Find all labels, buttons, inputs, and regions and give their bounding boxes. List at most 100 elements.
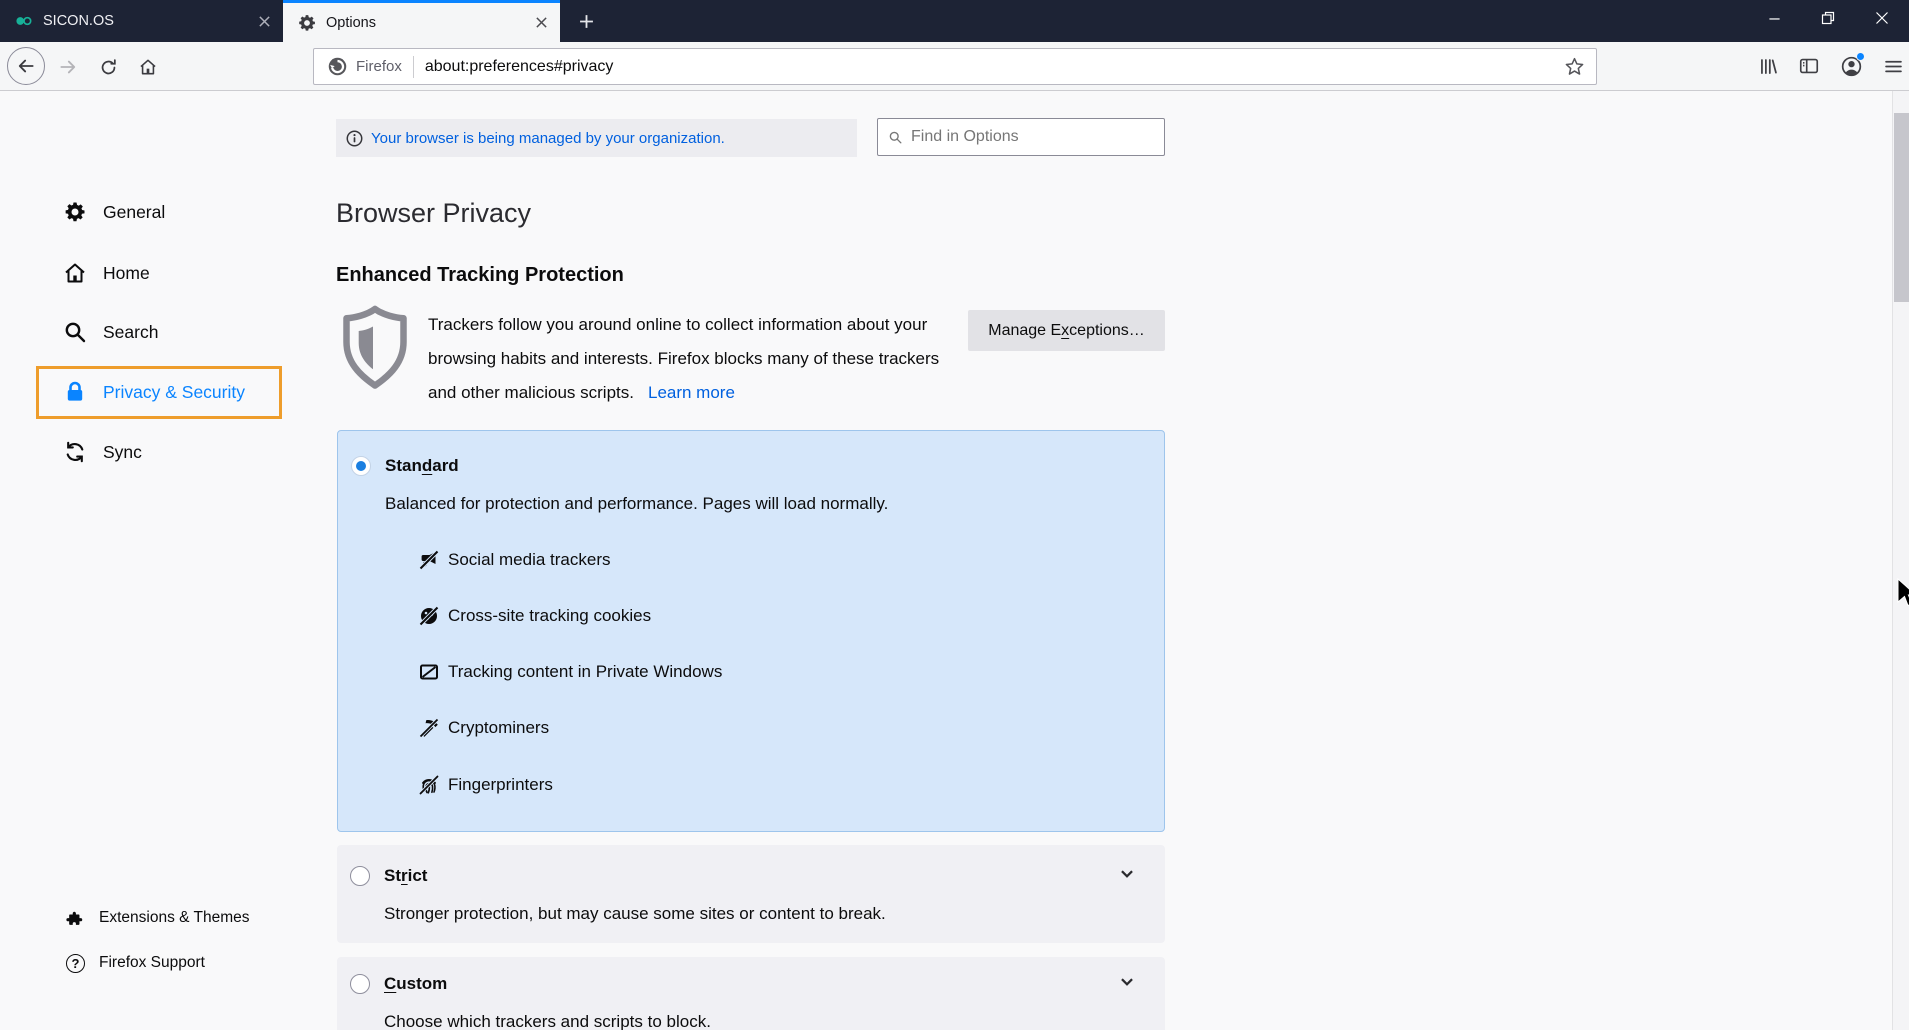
lock-icon <box>63 380 87 404</box>
sidebar-toggle-button[interactable] <box>1794 52 1824 80</box>
radio-strict[interactable] <box>350 866 370 886</box>
page-title: Browser Privacy <box>336 198 531 229</box>
back-button[interactable] <box>7 47 45 85</box>
radio-custom[interactable] <box>350 974 370 994</box>
bookmark-star-icon[interactable] <box>1562 55 1586 79</box>
scrollbar-thumb[interactable] <box>1894 113 1909 302</box>
cryptominers-blocked-icon <box>418 717 440 739</box>
list-item-label: Fingerprinters <box>448 775 553 795</box>
cookie-blocked-icon <box>418 605 440 627</box>
option-strict[interactable]: Strict Stronger protection, but may caus… <box>337 845 1165 943</box>
tab-close-icon[interactable] <box>528 10 554 36</box>
home-button[interactable] <box>133 54 163 80</box>
etp-description: Trackers follow you around online to col… <box>428 308 968 410</box>
radio-standard[interactable] <box>351 456 371 476</box>
tab-title: SICON.OS <box>43 13 251 29</box>
sidebar-item-sync[interactable]: Sync <box>63 430 142 474</box>
sidebar-item-label: Sync <box>103 442 142 463</box>
sidebar-item-firefox-support[interactable]: ? Firefox Support <box>66 950 205 976</box>
managed-notice: Your browser is being managed by your or… <box>336 119 857 157</box>
sidebar-item-search[interactable]: Search <box>63 310 158 354</box>
label-accesskey: d <box>422 456 432 475</box>
tab-options[interactable]: Options <box>283 0 560 42</box>
option-standard-label: Standard <box>385 456 459 476</box>
sidebar-item-label: General <box>103 202 165 223</box>
option-standard[interactable]: Standard Balanced for protection and per… <box>337 430 1165 832</box>
label-accesskey: C <box>384 974 396 993</box>
chevron-down-icon[interactable] <box>1118 865 1136 883</box>
sidebar-item-label: Privacy & Security <box>103 382 245 403</box>
tab-bar: SICON.OS Options <box>0 0 1909 42</box>
close-window-button[interactable] <box>1855 0 1909 36</box>
question-mark-icon: ? <box>66 954 85 973</box>
sidebar-item-label: Extensions & Themes <box>99 909 249 927</box>
forward-button[interactable] <box>53 54 83 80</box>
info-icon <box>346 130 363 147</box>
url-bar[interactable]: Firefox about:preferences#privacy <box>313 48 1597 85</box>
list-item-cryptominers: Cryptominers <box>418 714 549 742</box>
urlbar-brand-label: Firefox <box>356 58 402 75</box>
shield-icon <box>340 304 410 396</box>
find-in-options-box[interactable] <box>877 118 1165 156</box>
sidebar-item-general[interactable]: General <box>63 190 165 234</box>
scrollbar[interactable] <box>1892 91 1909 1030</box>
new-tab-button[interactable] <box>570 7 602 35</box>
puzzle-piece-icon <box>66 909 85 928</box>
list-item-fingerprinters: Fingerprinters <box>418 771 553 799</box>
list-item-label: Cryptominers <box>448 718 549 738</box>
option-custom-description: Choose which trackers and scripts to blo… <box>384 1012 711 1030</box>
option-custom-label: Custom <box>384 974 447 994</box>
find-in-options-input[interactable] <box>911 128 1141 146</box>
search-icon <box>63 320 87 344</box>
urlbar-address[interactable]: about:preferences#privacy <box>425 58 1562 76</box>
reload-button[interactable] <box>93 54 123 80</box>
managed-notice-link[interactable]: Your browser is being managed by your or… <box>371 130 725 147</box>
mouse-cursor <box>1895 578 1909 610</box>
label-part: Stan <box>385 456 422 475</box>
social-trackers-blocked-icon <box>418 549 440 571</box>
list-item-label: Tracking content in Private Windows <box>448 662 722 682</box>
account-button[interactable] <box>1836 52 1866 80</box>
navigation-toolbar: Firefox about:preferences#privacy <box>0 42 1909 91</box>
sidebar-item-privacy-security[interactable]: Privacy & Security <box>63 370 245 414</box>
restore-button[interactable] <box>1801 0 1855 36</box>
chevron-down-icon[interactable] <box>1118 973 1136 991</box>
list-item-label: Cross-site tracking cookies <box>448 606 651 626</box>
list-item-social-trackers: Social media trackers <box>418 546 611 574</box>
sicon-favicon-icon <box>14 11 34 31</box>
option-custom[interactable]: Custom Choose which trackers and scripts… <box>337 957 1165 1030</box>
label-part: ustom <box>396 974 447 993</box>
option-strict-description: Stronger protection, but may cause some … <box>384 904 886 924</box>
etp-heading: Enhanced Tracking Protection <box>336 264 624 287</box>
list-item-label: Social media trackers <box>448 550 611 570</box>
sidebar-item-label: Search <box>103 322 158 343</box>
option-strict-label: Strict <box>384 866 427 886</box>
tab-sicon-os[interactable]: SICON.OS <box>0 0 283 42</box>
account-notification-dot <box>1856 52 1865 61</box>
sync-icon <box>63 440 87 464</box>
label-part: ard <box>432 456 458 475</box>
sidebar-item-home[interactable]: Home <box>63 251 150 295</box>
tab-close-icon[interactable] <box>251 8 277 34</box>
urlbar-separator <box>413 56 414 78</box>
sidebar-item-label: Home <box>103 263 150 284</box>
search-icon <box>888 130 903 145</box>
learn-more-link[interactable]: Learn more <box>648 383 735 402</box>
tracking-content-blocked-icon <box>418 661 440 683</box>
list-item-tracking-content: Tracking content in Private Windows <box>418 658 722 686</box>
list-item-cross-site-cookies: Cross-site tracking cookies <box>418 602 651 630</box>
browser-window: SICON.OS Options <box>0 0 1909 1030</box>
label-part: St <box>384 866 401 885</box>
tab-title: Options <box>326 15 528 31</box>
options-gear-icon <box>297 13 317 33</box>
fingerprinters-blocked-icon <box>418 774 440 796</box>
sidebar-item-extensions-themes[interactable]: Extensions & Themes <box>66 905 249 931</box>
minimize-button[interactable] <box>1747 0 1801 36</box>
label-part: ict <box>408 866 428 885</box>
button-label-accesskey: x <box>1061 322 1069 340</box>
menu-hamburger-button[interactable] <box>1878 52 1908 80</box>
manage-exceptions-button[interactable]: Manage Exceptions… <box>968 310 1165 351</box>
library-button[interactable] <box>1753 52 1783 80</box>
home-icon <box>63 261 87 285</box>
gear-icon <box>63 200 87 224</box>
